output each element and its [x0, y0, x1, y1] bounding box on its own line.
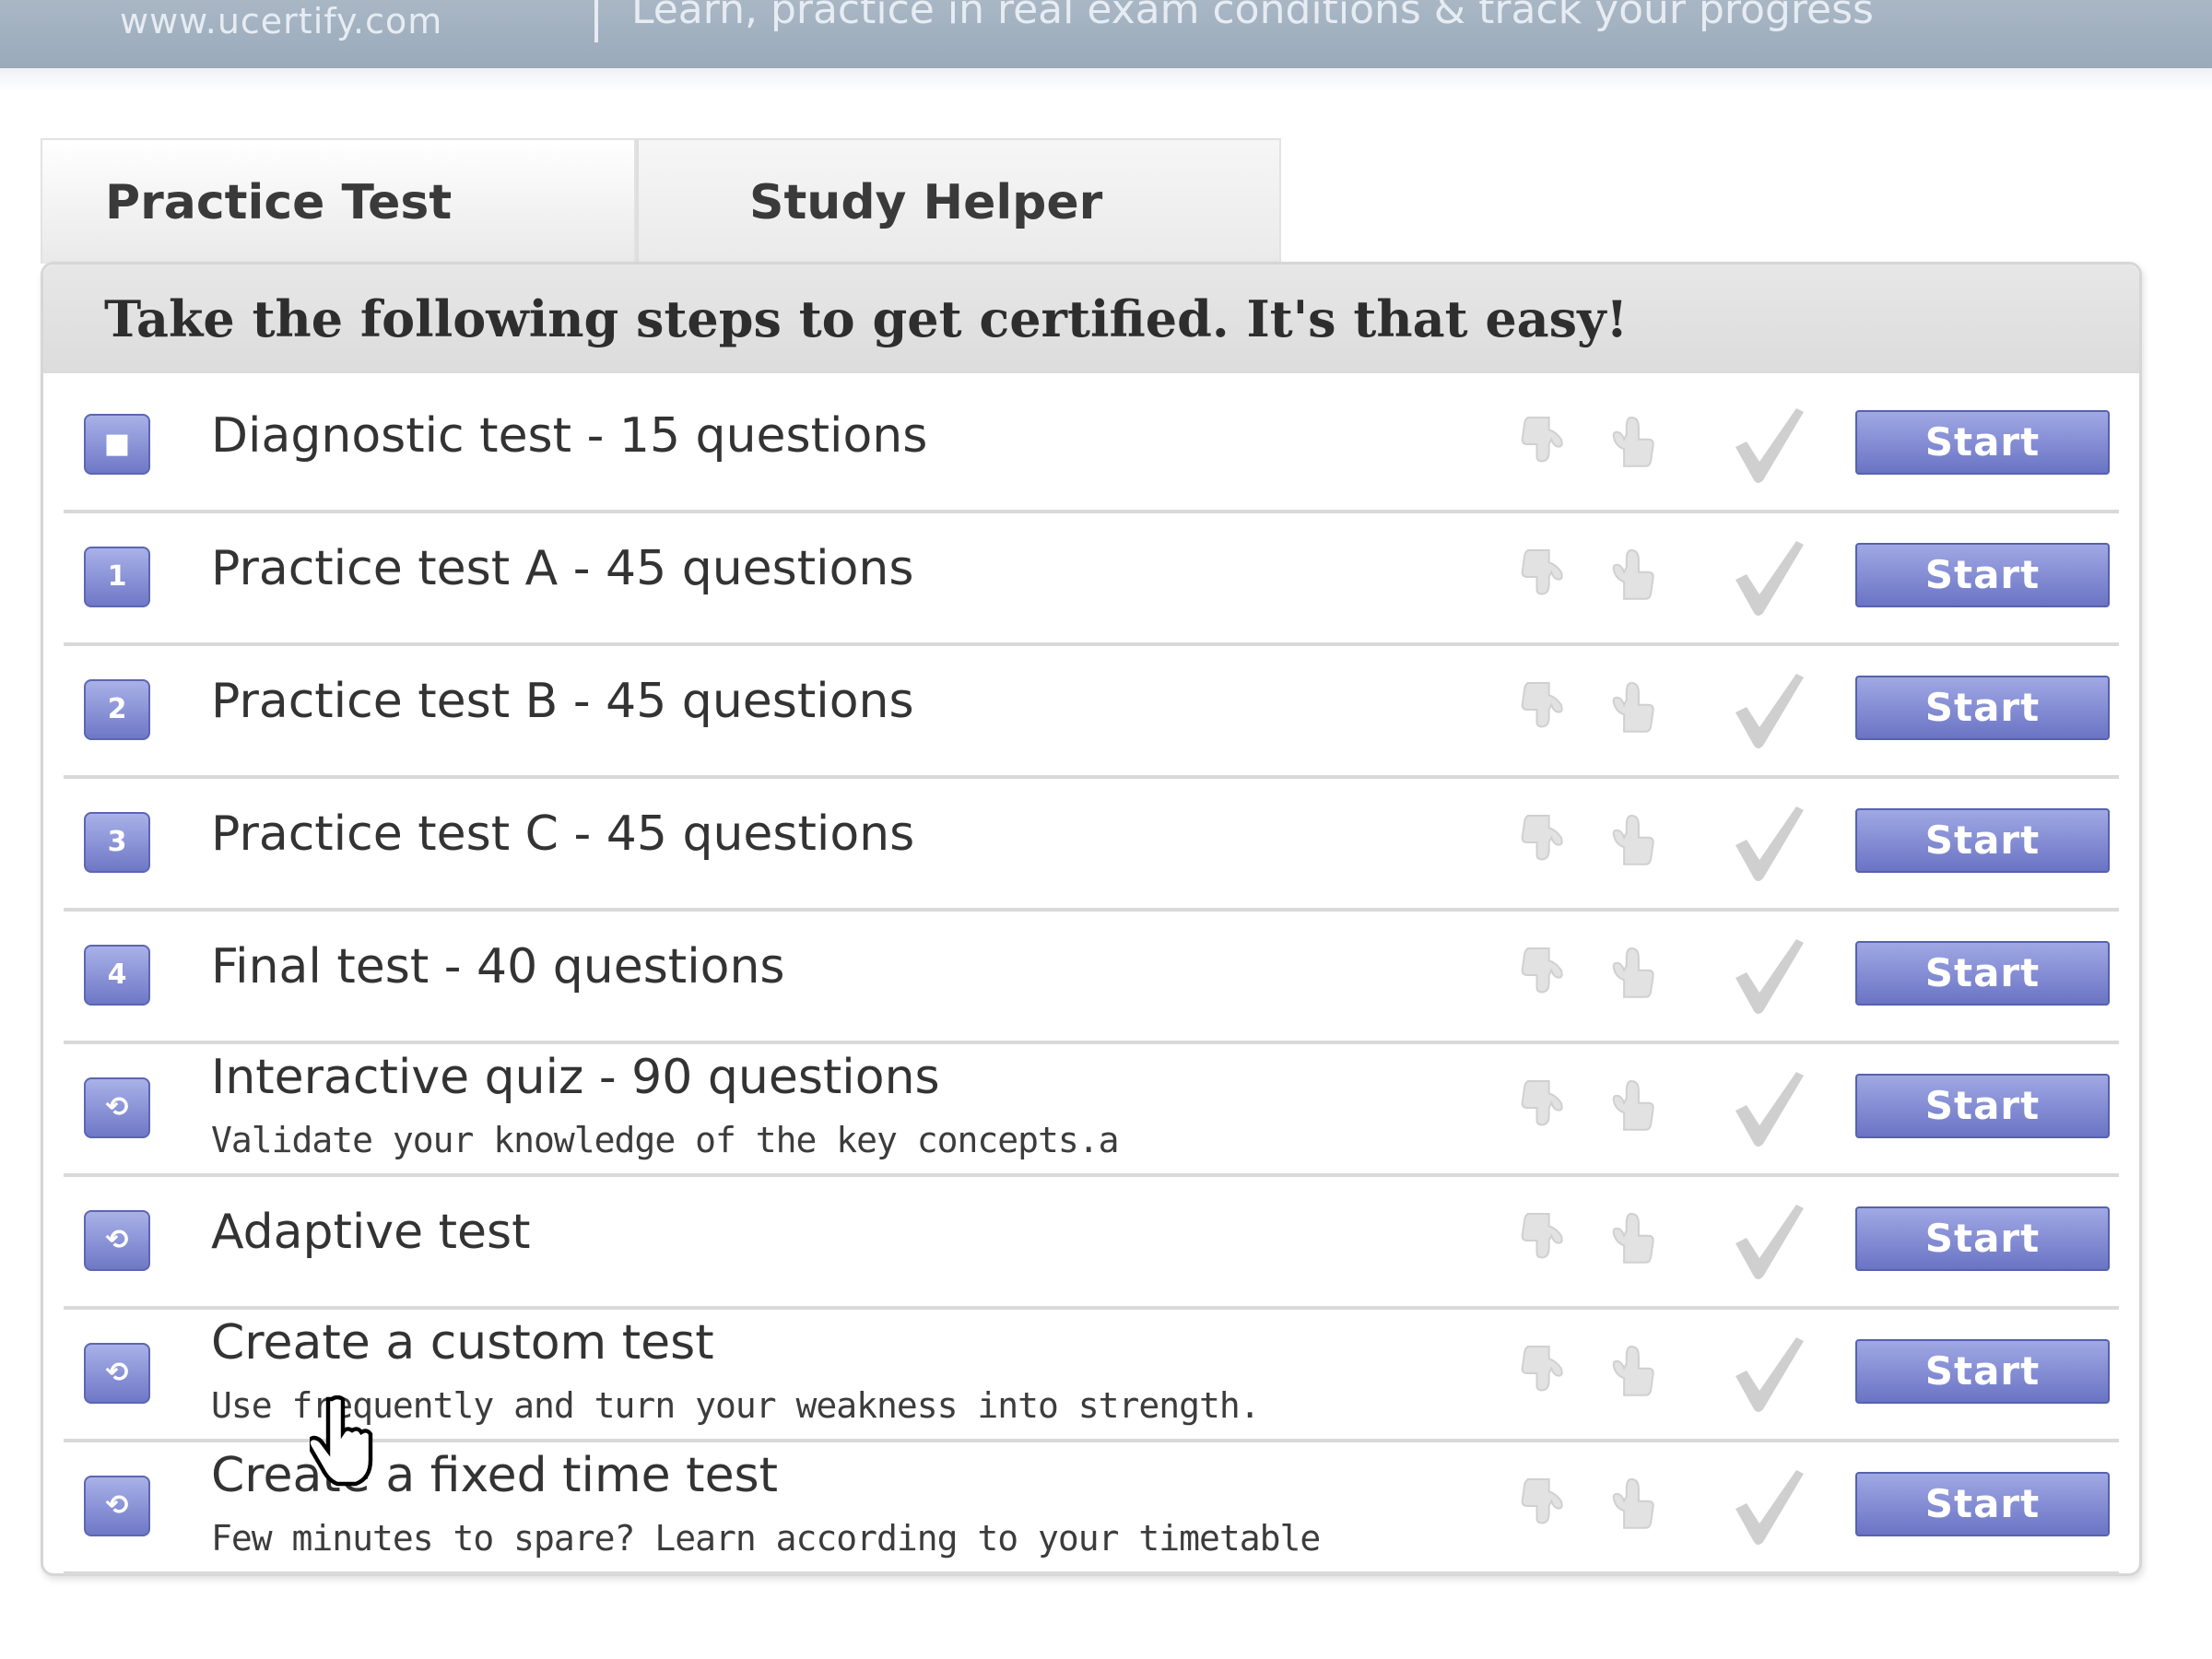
test-title[interactable]: Practice test B - 45 questions	[211, 674, 914, 729]
test-title[interactable]: Interactive quiz - 90 questions	[211, 1050, 940, 1105]
start-button[interactable]: Start	[1855, 543, 2110, 607]
test-title[interactable]: Practice test C - 45 questions	[211, 806, 914, 862]
start-button[interactable]: Start	[1855, 1074, 2110, 1138]
test-row: 1 Practice test A - 45 questions Start	[64, 513, 2119, 646]
thumbs-up-icon[interactable]	[1605, 943, 1658, 1007]
checkmark-icon[interactable]	[1730, 668, 1806, 751]
checkmark-icon[interactable]	[1730, 1199, 1806, 1282]
step-badge: 4	[84, 945, 150, 1006]
hand-cursor-icon	[310, 1395, 373, 1487]
step-badge: 1	[84, 547, 150, 607]
start-button[interactable]: Start	[1855, 1206, 2110, 1271]
site-url[interactable]: www.ucertify.com	[120, 0, 442, 42]
test-row: ■ Diagnostic test - 15 questions Start	[64, 381, 2119, 513]
test-row: 2 Practice test B - 45 questions Start	[64, 646, 2119, 779]
test-title[interactable]: Adaptive test	[211, 1205, 531, 1260]
test-title[interactable]: Final test - 40 questions	[211, 939, 785, 994]
tab-study-helper[interactable]: Study Helper	[636, 138, 1281, 264]
checkmark-icon[interactable]	[1730, 403, 1806, 486]
thumbs-down-icon[interactable]	[1520, 412, 1573, 477]
start-button[interactable]: Start	[1855, 410, 2110, 475]
checkmark-icon[interactable]	[1730, 934, 1806, 1017]
thumbs-up-icon[interactable]	[1605, 677, 1658, 742]
step-badge: ■	[84, 414, 150, 475]
test-title[interactable]: Practice test A - 45 questions	[211, 541, 913, 596]
banner-separator	[594, 0, 598, 42]
banner-shadow	[0, 68, 2212, 92]
test-title[interactable]: Create a custom test	[211, 1315, 714, 1371]
step-badge: ⟲	[84, 1343, 150, 1404]
test-subtitle: Few minutes to spare? Learn according to…	[211, 1518, 1321, 1559]
start-button[interactable]: Start	[1855, 941, 2110, 1006]
start-button[interactable]: Start	[1855, 1472, 2110, 1536]
thumbs-down-icon[interactable]	[1520, 1208, 1573, 1273]
tab-practice-test[interactable]: Practice Test	[41, 138, 636, 264]
banner-tagline: Learn, practice in real exam conditions …	[631, 0, 1874, 33]
thumbs-down-icon[interactable]	[1520, 677, 1573, 742]
checkmark-icon[interactable]	[1730, 1465, 1806, 1547]
test-row: 4 Final test - 40 questions Start	[64, 912, 2119, 1044]
thumbs-up-icon[interactable]	[1605, 545, 1658, 609]
step-badge: ⟲	[84, 1210, 150, 1271]
step-badge: 3	[84, 812, 150, 873]
thumbs-down-icon[interactable]	[1520, 1474, 1573, 1538]
panel-header: Take the following steps to get certifie…	[43, 265, 2139, 373]
test-title[interactable]: Diagnostic test - 15 questions	[211, 408, 927, 464]
thumbs-up-icon[interactable]	[1605, 1474, 1658, 1538]
thumbs-down-icon[interactable]	[1520, 810, 1573, 875]
test-subtitle: Validate your knowledge of the key conce…	[211, 1120, 1120, 1160]
thumbs-down-icon[interactable]	[1520, 943, 1573, 1007]
practice-test-panel: Take the following steps to get certifie…	[41, 262, 2142, 1576]
checkmark-icon[interactable]	[1730, 535, 1806, 618]
checkmark-icon[interactable]	[1730, 801, 1806, 884]
thumbs-up-icon[interactable]	[1605, 1208, 1658, 1273]
thumbs-up-icon[interactable]	[1605, 412, 1658, 477]
test-row: 3 Practice test C - 45 questions Start	[64, 779, 2119, 912]
checkmark-icon[interactable]	[1730, 1332, 1806, 1415]
start-button[interactable]: Start	[1855, 808, 2110, 873]
checkmark-icon[interactable]	[1730, 1066, 1806, 1149]
test-row: ⟲ Adaptive test Start	[64, 1177, 2119, 1310]
thumbs-down-icon[interactable]	[1520, 545, 1573, 609]
start-button[interactable]: Start	[1855, 1339, 2110, 1404]
thumbs-down-icon[interactable]	[1520, 1076, 1573, 1140]
step-badge: 2	[84, 679, 150, 740]
test-row: ⟲ Interactive quiz - 90 questions Validate…	[64, 1044, 2119, 1177]
thumbs-up-icon[interactable]	[1605, 810, 1658, 875]
panel-heading: Take the following steps to get certifie…	[104, 289, 1629, 348]
start-button[interactable]: Start	[1855, 676, 2110, 740]
step-badge: ⟲	[84, 1476, 150, 1536]
test-title[interactable]: Create a fixed time test	[211, 1448, 778, 1503]
step-badge: ⟲	[84, 1077, 150, 1138]
thumbs-up-icon[interactable]	[1605, 1341, 1658, 1406]
top-banner: www.ucertify.com Learn, practice in real…	[0, 0, 2212, 68]
thumbs-up-icon[interactable]	[1605, 1076, 1658, 1140]
thumbs-down-icon[interactable]	[1520, 1341, 1573, 1406]
